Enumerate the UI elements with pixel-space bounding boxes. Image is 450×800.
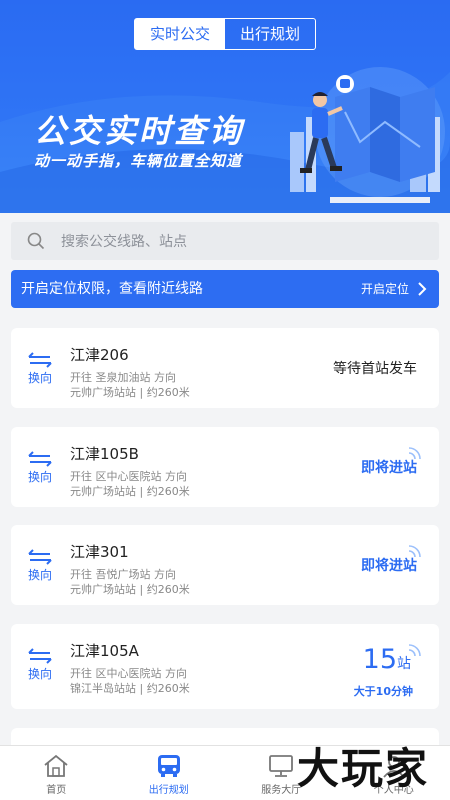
swap-direction-button[interactable]: 换向: [25, 352, 55, 386]
person-map-illustration: [290, 75, 440, 203]
search-icon: [27, 232, 45, 250]
nav-label: 首页: [46, 785, 67, 796]
route-card[interactable]: 换向 江津206 开往 圣泉加油站 方向 元帅广场站站 | 约260米 等待首站…: [11, 328, 439, 408]
route-card[interactable]: 换向 江津105A 开往 区中心医院站 方向 锦江半岛站站 | 约260米 15…: [11, 624, 439, 709]
nearest-stop: 元帅广场站站 | 约260米: [70, 386, 190, 399]
arrival-status: 即将进站: [361, 460, 417, 476]
route-card[interactable]: 换向 江津105B 开往 区中心医院站 方向 元帅广场站站 | 约260米 即将…: [11, 427, 439, 507]
promo-banner[interactable]: 公交实时查询 动一动手指，车辆位置全知道: [0, 62, 450, 213]
route-name: 江津301: [70, 543, 129, 561]
swap-label: 换向: [27, 371, 52, 385]
bus-icon: [157, 755, 180, 777]
watermark: 大玩家: [297, 744, 430, 793]
swap-direction-button[interactable]: 换向: [25, 451, 55, 485]
arrival-eta: 大于10分钟: [353, 685, 413, 698]
monitor-icon: [269, 755, 294, 777]
route-name: 江津105B: [70, 445, 139, 463]
stops-away-unit: 站: [397, 656, 411, 672]
swap-arrows-icon: [28, 352, 52, 368]
nearest-stop: 元帅广场站站 | 约260米: [70, 583, 190, 596]
header: 实时公交 出行规划 公交实时查询 动一动手指，车辆位置全知道: [0, 0, 450, 213]
nearest-stop: 元帅广场站站 | 约260米: [70, 485, 190, 498]
route-direction: 开往 区中心医院站 方向: [70, 470, 187, 483]
search-input[interactable]: [59, 222, 423, 262]
banner-title: 公交实时查询: [34, 112, 245, 150]
swap-direction-button[interactable]: 换向: [25, 648, 55, 682]
swap-arrows-icon: [28, 549, 52, 565]
arrival-status: 即将进站: [361, 558, 417, 574]
nav-trip-planning[interactable]: 出行规划: [113, 746, 226, 800]
stops-away-count: 15: [362, 644, 397, 675]
nav-home[interactable]: 首页: [0, 746, 113, 800]
route-direction: 开往 圣泉加油站 方向: [70, 371, 176, 384]
search-bar[interactable]: [11, 222, 439, 262]
swap-label: 换向: [27, 470, 52, 484]
chevron-right-icon: [418, 282, 427, 296]
route-name: 江津105A: [70, 642, 139, 660]
home-icon: [44, 754, 68, 777]
arrival-status: 等待首站发车: [333, 361, 417, 377]
route-card[interactable]: 换向 江津301 开往 吾悦广场站 方向 元帅广场站站 | 约260米 即将进站: [11, 525, 439, 605]
banner-subtitle: 动一动手指，车辆位置全知道: [34, 152, 243, 170]
swap-label: 换向: [27, 568, 52, 582]
enable-location-banner[interactable]: 开启定位权限，查看附近线路 开启定位: [11, 270, 439, 308]
mode-tabs: 实时公交 出行规划: [134, 18, 316, 50]
route-name: 江津206: [70, 346, 129, 364]
swap-direction-button[interactable]: 换向: [25, 549, 55, 583]
swap-label: 换向: [27, 667, 52, 681]
enable-location-button[interactable]: 开启定位: [361, 270, 409, 308]
stops-away: 15站: [363, 644, 411, 675]
nav-label: 出行规划: [148, 785, 189, 796]
nearest-stop: 锦江半岛站站 | 约260米: [70, 682, 190, 695]
location-prompt-text: 开启定位权限，查看附近线路: [21, 281, 203, 297]
swap-arrows-icon: [28, 451, 52, 467]
route-direction: 开往 吾悦广场站 方向: [70, 568, 176, 581]
swap-arrows-icon: [28, 648, 52, 664]
tab-trip-planning[interactable]: 出行规划: [225, 19, 315, 49]
route-direction: 开往 区中心医院站 方向: [70, 667, 187, 680]
tab-realtime-bus[interactable]: 实时公交: [135, 19, 225, 49]
